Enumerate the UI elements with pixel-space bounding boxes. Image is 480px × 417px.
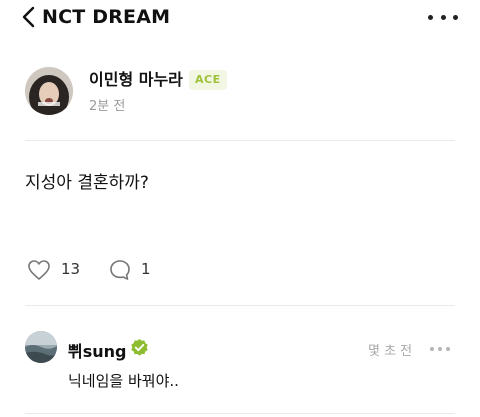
- divider: [25, 413, 455, 414]
- comment-avatar[interactable]: [25, 331, 57, 363]
- chevron-left-icon: [22, 6, 35, 28]
- heart-icon: [28, 260, 50, 280]
- ace-badge: ACE: [189, 70, 227, 90]
- page-title: NCT DREAM: [42, 6, 171, 28]
- like-count: 13: [61, 260, 81, 278]
- top-bar: NCT DREAM: [0, 0, 480, 36]
- comment-count: 1: [141, 260, 151, 278]
- more-options-button[interactable]: [428, 8, 458, 26]
- post-detail-page: NCT DREAM 이민형 마누라 ACE 2분 전 지성아 결혼하까? 13 …: [0, 0, 480, 417]
- avatar-image: [25, 331, 57, 363]
- divider: [25, 140, 455, 141]
- more-dot: [430, 347, 434, 351]
- author-avatar[interactable]: [25, 67, 73, 115]
- more-dot: [453, 14, 458, 20]
- back-button[interactable]: [18, 5, 38, 29]
- divider: [25, 305, 455, 306]
- comment-button[interactable]: [108, 258, 132, 282]
- author-name[interactable]: 이민형 마누라: [89, 70, 183, 90]
- post-content: 지성아 결혼하까?: [25, 173, 149, 193]
- post-timestamp: 2분 전: [89, 99, 126, 114]
- more-dot: [438, 347, 442, 351]
- like-button[interactable]: [27, 259, 51, 281]
- comment-more-button[interactable]: [430, 346, 450, 352]
- more-dot: [428, 14, 433, 20]
- avatar-image: [25, 67, 73, 115]
- comment-content: 닉네임을 바꿔야..: [68, 372, 179, 390]
- comment-author-name[interactable]: 쀠sung: [68, 338, 126, 362]
- more-dot: [440, 14, 446, 20]
- comment-timestamp: 몇 초 전: [368, 344, 413, 359]
- verified-icon: [130, 338, 149, 357]
- speech-bubble-icon: [110, 260, 130, 280]
- more-dot: [446, 347, 450, 351]
